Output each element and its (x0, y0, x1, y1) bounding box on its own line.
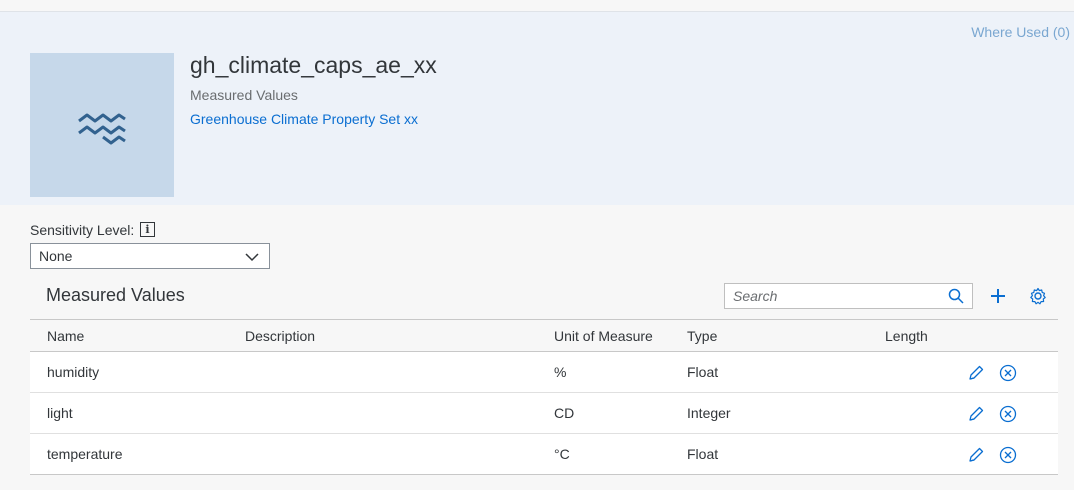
cell-name: temperature (47, 446, 123, 462)
cell-uom: °C (554, 446, 570, 462)
column-header-name[interactable]: Name (47, 328, 84, 344)
plus-icon (991, 289, 1005, 303)
delete-icon[interactable] (999, 364, 1017, 382)
cell-type: Float (687, 446, 719, 462)
column-header-type[interactable]: Type (687, 328, 717, 344)
page-subtitle: Measured Values (190, 87, 298, 103)
cell-type: Float (687, 364, 719, 380)
table-header: Name Description Unit of Measure Type Le… (30, 319, 1058, 352)
cell-uom: CD (554, 405, 575, 421)
column-header-length[interactable]: Length (885, 328, 928, 344)
search-icon[interactable] (948, 288, 964, 304)
table-row[interactable]: light CD Integer (30, 393, 1058, 434)
sensitivity-select[interactable]: None (30, 243, 270, 269)
property-set-link[interactable]: Greenhouse Climate Property Set xx (190, 111, 418, 127)
info-icon[interactable]: i (140, 222, 155, 237)
edit-icon[interactable] (967, 405, 985, 423)
cell-name: humidity (47, 364, 100, 380)
cell-name: light (47, 405, 73, 421)
avatar (30, 53, 174, 197)
cell-uom: % (554, 364, 567, 380)
sensitivity-selected-value: None (39, 248, 73, 264)
wave-icon (78, 113, 126, 145)
edit-icon[interactable] (967, 446, 985, 464)
page-title: gh_climate_caps_ae_xx (190, 52, 437, 78)
add-button[interactable] (986, 283, 1010, 309)
search-placeholder: Search (733, 288, 778, 304)
sensitivity-label: Sensitivity Level: (30, 222, 135, 238)
table-row[interactable]: temperature °C Float (30, 434, 1058, 475)
search-input[interactable]: Search (724, 283, 973, 309)
top-strip (0, 0, 1074, 12)
edit-icon[interactable] (967, 364, 985, 382)
settings-button[interactable] (1026, 283, 1050, 309)
measured-values-table: Name Description Unit of Measure Type Le… (30, 319, 1058, 475)
column-header-uom[interactable]: Unit of Measure (554, 328, 653, 344)
cell-type: Integer (687, 405, 731, 421)
delete-icon[interactable] (999, 405, 1017, 423)
column-header-description[interactable]: Description (245, 328, 315, 344)
object-header: Where Used (0) gh_climate_caps_ae_xx Mea… (0, 12, 1074, 205)
gear-icon (1030, 287, 1046, 305)
chevron-down-icon (245, 253, 259, 262)
table-title: Measured Values (46, 285, 185, 305)
table-row[interactable]: humidity % Float (30, 352, 1058, 393)
where-used-link[interactable]: Where Used (0) (971, 24, 1070, 40)
delete-icon[interactable] (999, 446, 1017, 464)
